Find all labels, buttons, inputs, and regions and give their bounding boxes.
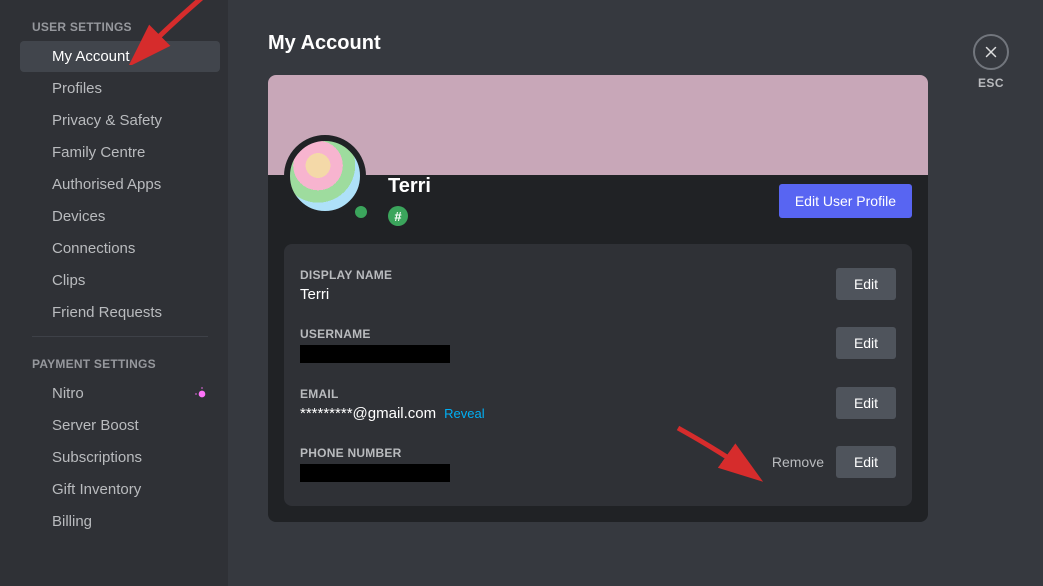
- sidebar-item-label: Gift Inventory: [52, 481, 141, 498]
- sidebar-item-privacy-safety[interactable]: Privacy & Safety: [20, 105, 220, 136]
- sidebar-item-label: Connections: [52, 240, 135, 257]
- sidebar-item-server-boost[interactable]: Server Boost: [20, 410, 220, 441]
- sidebar-item-label: Friend Requests: [52, 304, 162, 321]
- remove-phone-link[interactable]: Remove: [772, 454, 824, 470]
- sidebar-item-label: Devices: [52, 208, 105, 225]
- sidebar-item-profiles[interactable]: Profiles: [20, 73, 220, 104]
- sidebar-item-label: Authorised Apps: [52, 176, 161, 193]
- sidebar-item-label: My Account: [52, 48, 130, 65]
- field-email: EMAIL *********@gmail.com Reveal Edit: [300, 379, 896, 430]
- sidebar-item-label: Profiles: [52, 80, 102, 97]
- field-username: USERNAME Edit: [300, 319, 896, 371]
- field-phone: PHONE NUMBER Remove Edit: [300, 438, 896, 490]
- sidebar-item-friend-requests[interactable]: Friend Requests: [20, 297, 220, 328]
- field-label: EMAIL: [300, 387, 836, 401]
- sidebar-item-label: Billing: [52, 513, 92, 530]
- sidebar-item-label: Privacy & Safety: [52, 112, 162, 129]
- email-value: *********@gmail.com: [300, 405, 436, 422]
- sidebar-item-label: Nitro: [52, 385, 84, 402]
- reveal-email-link[interactable]: Reveal: [444, 406, 484, 421]
- sidebar-item-label: Family Centre: [52, 144, 145, 161]
- nitro-icon: [194, 386, 210, 402]
- close-button[interactable]: ESC: [973, 34, 1009, 90]
- close-icon: [973, 34, 1009, 70]
- avatar-wrapper: [284, 135, 372, 223]
- profile-display-name: Terri: [388, 175, 779, 198]
- settings-sidebar: USER SETTINGS My Account Profiles Privac…: [0, 0, 228, 586]
- sidebar-item-devices[interactable]: Devices: [20, 201, 220, 232]
- sidebar-item-connections[interactable]: Connections: [20, 233, 220, 264]
- field-display-name: DISPLAY NAME Terri Edit: [300, 260, 896, 311]
- edit-display-name-button[interactable]: Edit: [836, 268, 896, 300]
- close-label: ESC: [978, 76, 1004, 90]
- hash-badge-icon: #: [388, 206, 408, 226]
- sidebar-item-label: Subscriptions: [52, 449, 142, 466]
- online-status-icon: [350, 201, 372, 223]
- redacted-username: [300, 345, 450, 363]
- edit-user-profile-button[interactable]: Edit User Profile: [779, 184, 912, 218]
- edit-email-button[interactable]: Edit: [836, 387, 896, 419]
- sidebar-item-label: Server Boost: [52, 417, 139, 434]
- sidebar-header-user-settings: USER SETTINGS: [0, 0, 228, 40]
- field-label: USERNAME: [300, 327, 836, 341]
- sidebar-item-gift-inventory[interactable]: Gift Inventory: [20, 474, 220, 505]
- edit-phone-button[interactable]: Edit: [836, 446, 896, 478]
- sidebar-item-authorised-apps[interactable]: Authorised Apps: [20, 169, 220, 200]
- sidebar-item-nitro[interactable]: Nitro: [20, 378, 220, 409]
- edit-username-button[interactable]: Edit: [836, 327, 896, 359]
- sidebar-item-label: Clips: [52, 272, 85, 289]
- account-details: DISPLAY NAME Terri Edit USERNAME Edit: [284, 244, 912, 506]
- field-label: DISPLAY NAME: [300, 268, 836, 282]
- sidebar-item-subscriptions[interactable]: Subscriptions: [20, 442, 220, 473]
- sidebar-item-my-account[interactable]: My Account: [20, 41, 220, 72]
- redacted-phone: [300, 464, 450, 482]
- field-label: PHONE NUMBER: [300, 446, 772, 460]
- sidebar-header-payment-settings: PAYMENT SETTINGS: [0, 337, 228, 377]
- profile-info: Terri #: [388, 175, 779, 226]
- sidebar-item-billing[interactable]: Billing: [20, 506, 220, 537]
- sidebar-item-family-centre[interactable]: Family Centre: [20, 137, 220, 168]
- main-content: ESC My Account Terri # Edit User Profile…: [228, 0, 1043, 586]
- sidebar-item-clips[interactable]: Clips: [20, 265, 220, 296]
- page-title: My Account: [268, 32, 1003, 55]
- profile-header: Terri # Edit User Profile: [268, 175, 928, 236]
- profile-card: Terri # Edit User Profile DISPLAY NAME T…: [268, 75, 928, 522]
- field-value: Terri: [300, 286, 836, 303]
